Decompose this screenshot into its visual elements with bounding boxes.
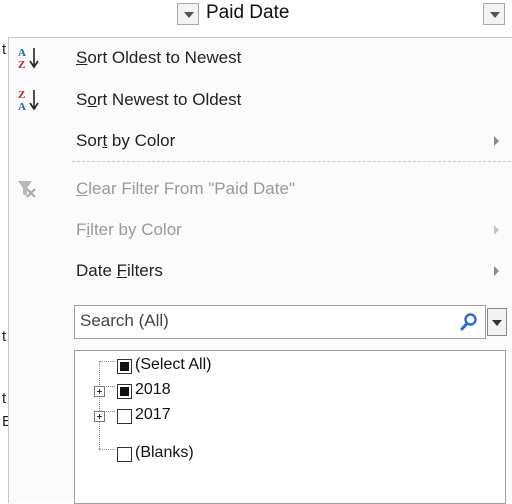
- svg-text:Z: Z: [18, 89, 25, 101]
- submenu-arrow-icon: [494, 266, 499, 276]
- svg-text:A: A: [18, 101, 26, 112]
- tree-item-select-all[interactable]: (Select All): [75, 354, 505, 378]
- cell-text-fragment: t: [2, 328, 7, 345]
- column-header-title: Paid Date: [206, 2, 290, 23]
- sort-oldest-label: Sort Oldest to Newest: [76, 48, 242, 67]
- menu-separator: [72, 161, 511, 162]
- sheet-header: Paid Date: [0, 0, 512, 37]
- sort-a-z-icon: A Z: [15, 46, 55, 71]
- cell-text-fragment: t: [2, 390, 7, 407]
- date-filters-label: Date Filters: [76, 261, 163, 280]
- search-box[interactable]: [74, 305, 486, 339]
- search-input[interactable]: [75, 306, 440, 336]
- search-options-dropdown-button[interactable]: [487, 308, 507, 336]
- filter-by-color-label: Filter by Color: [76, 220, 182, 239]
- sort-newest-to-oldest-item[interactable]: Z A Sort Newest to Oldest: [9, 82, 511, 118]
- funnel-clear-icon: [15, 177, 55, 201]
- next-column-filter-dropdown-button[interactable]: [483, 3, 505, 25]
- sort-by-color-label: Sort by Color: [76, 131, 176, 150]
- year-2017-checkbox[interactable]: [117, 409, 132, 424]
- select-all-checkbox[interactable]: [117, 359, 132, 374]
- sort-newest-label: Sort Newest to Oldest: [76, 90, 242, 109]
- expand-plus-icon[interactable]: [94, 411, 105, 422]
- svg-text:A: A: [18, 47, 26, 59]
- tree-item-2018[interactable]: 2018: [75, 379, 505, 403]
- tree-item-label: (Blanks): [135, 444, 194, 461]
- sort-by-color-item[interactable]: Sort by Color: [9, 123, 511, 159]
- cell-text-fragment: t: [2, 41, 7, 58]
- svg-text:Z: Z: [18, 59, 25, 70]
- filter-values-list: (Select All) 2018 2017 (Blanks): [74, 350, 506, 504]
- column-filter-dropdown-button[interactable]: [177, 3, 199, 25]
- magnifier-icon[interactable]: [459, 312, 479, 332]
- tree-item-label: (Select All): [135, 356, 212, 373]
- filter-by-color-item[interactable]: Filter by Color: [9, 212, 511, 248]
- tree-item-blanks[interactable]: (Blanks): [75, 442, 505, 466]
- expand-plus-icon[interactable]: [94, 386, 105, 397]
- tree-item-label: 2017: [135, 406, 171, 423]
- submenu-arrow-icon: [494, 225, 499, 235]
- tree-item-2017[interactable]: 2017: [75, 404, 505, 428]
- submenu-arrow-icon: [494, 136, 499, 146]
- tree-item-label: 2018: [135, 381, 171, 398]
- date-filters-item[interactable]: Date Filters: [9, 253, 511, 289]
- blanks-checkbox[interactable]: [117, 447, 132, 462]
- year-2018-checkbox[interactable]: [117, 384, 132, 399]
- sort-oldest-to-newest-item[interactable]: A Z Sort Oldest to Newest: [9, 40, 511, 76]
- autofilter-menu: A Z Sort Oldest to Newest Z A Sort Newes…: [8, 37, 512, 504]
- sheet-left-edge: t t t E: [0, 37, 12, 503]
- clear-filter-label: Clear Filter From "Paid Date": [76, 179, 295, 198]
- sort-z-a-icon: Z A: [15, 88, 55, 113]
- clear-filter-item[interactable]: Clear Filter From "Paid Date": [9, 171, 511, 207]
